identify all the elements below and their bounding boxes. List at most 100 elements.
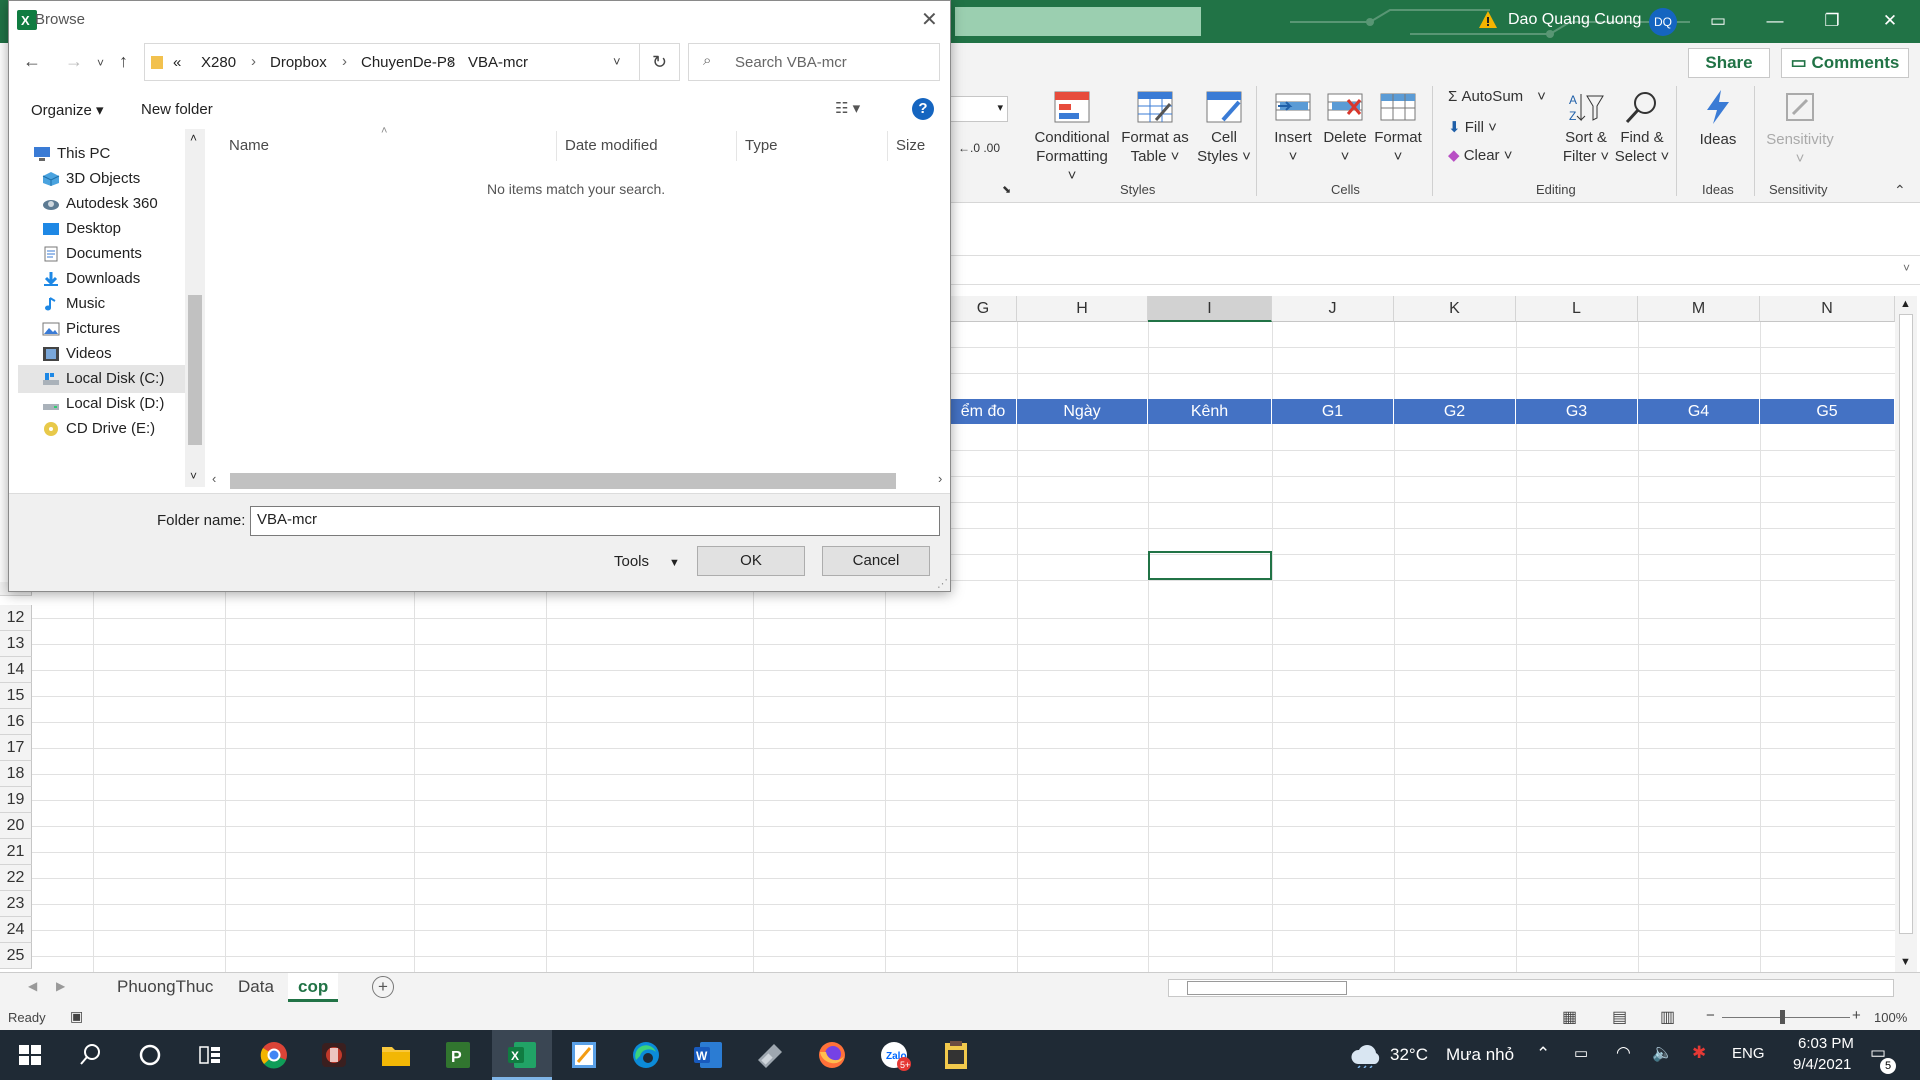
insert-button[interactable]: Insert ˅: [1268, 90, 1318, 166]
row-header[interactable]: 16: [0, 709, 32, 735]
scroll-down-icon[interactable]: ▼: [1900, 956, 1911, 968]
collapse-ribbon-icon[interactable]: ⌃: [1894, 182, 1906, 199]
search-icon[interactable]: [72, 1038, 108, 1072]
edge-icon[interactable]: [628, 1038, 664, 1072]
horizontal-scrollbar[interactable]: [1168, 979, 1894, 997]
file-list-horizontal-scrollbar[interactable]: ‹ ›: [212, 469, 952, 491]
up-arrow-icon[interactable]: ↑: [119, 51, 128, 72]
task-view-icon[interactable]: [192, 1038, 228, 1072]
row-header[interactable]: 17: [0, 735, 32, 761]
header-cell-g3[interactable]: G3: [1516, 399, 1638, 424]
row-header[interactable]: 20: [0, 813, 32, 839]
row-header[interactable]: 12: [0, 605, 32, 631]
view-options-icon[interactable]: ☷ ▾: [835, 99, 860, 117]
header-cell-kenh[interactable]: Kênh: [1148, 399, 1272, 424]
nav-scrollbar[interactable]: ˄ ˅: [185, 129, 205, 487]
column-type[interactable]: Type: [737, 131, 888, 161]
weather-text[interactable]: Mưa nhỏ: [1446, 1045, 1514, 1065]
decrease-decimal-icon[interactable]: ←.0 .00: [958, 141, 1000, 155]
row-header[interactable]: 24: [0, 917, 32, 943]
number-format-dropdown[interactable]: ▾: [950, 96, 1008, 122]
sensitivity-button[interactable]: Sensitivity ˅: [1762, 88, 1838, 168]
row-header[interactable]: 22: [0, 865, 32, 891]
clear-button[interactable]: ◆ Clear ˅: [1448, 146, 1513, 164]
zoom-thumb[interactable]: [1780, 1010, 1785, 1024]
clock-time[interactable]: 6:03 PM: [1798, 1035, 1854, 1052]
expand-formula-icon[interactable]: ˅: [1903, 261, 1910, 275]
chrome-icon[interactable]: [256, 1038, 292, 1072]
title-search-box[interactable]: [955, 7, 1201, 36]
scroll-thumb[interactable]: [1899, 314, 1913, 934]
column-header-h[interactable]: H: [1017, 296, 1148, 322]
restore-icon[interactable]: ❐: [1814, 8, 1850, 34]
vertical-scrollbar[interactable]: ▲ ▼: [1895, 296, 1917, 972]
forward-arrow-icon[interactable]: →: [65, 51, 83, 72]
header-cell-g4[interactable]: G4: [1638, 399, 1760, 424]
weather-temp[interactable]: 32°C: [1390, 1045, 1428, 1065]
row-header[interactable]: 19: [0, 787, 32, 813]
dialog-close-icon[interactable]: ✕: [921, 7, 938, 32]
zoom-level[interactable]: 100%: [1874, 1010, 1907, 1025]
breadcrumb-overflow[interactable]: «: [173, 54, 181, 71]
sort-filter-button[interactable]: AZ Sort & Filter ˅: [1560, 90, 1612, 166]
ideas-button[interactable]: Ideas: [1690, 88, 1746, 149]
scroll-left-icon[interactable]: ‹: [212, 471, 216, 486]
row-header[interactable]: 13: [0, 631, 32, 657]
search-input[interactable]: ⌕ Search VBA-mcr: [688, 43, 940, 81]
column-header-j[interactable]: J: [1272, 296, 1394, 322]
row-header[interactable]: 15: [0, 683, 32, 709]
header-cell-g1[interactable]: G1: [1272, 399, 1394, 424]
breadcrumb-x280[interactable]: X280: [201, 54, 236, 71]
close-icon[interactable]: ✕: [1872, 8, 1908, 34]
column-header-i[interactable]: I: [1148, 296, 1272, 322]
new-folder-button[interactable]: New folder: [141, 101, 213, 118]
sheet-tab-data[interactable]: Data: [228, 973, 284, 1002]
selected-cell[interactable]: [1148, 551, 1272, 580]
scroll-right-icon[interactable]: ›: [938, 471, 942, 486]
address-bar[interactable]: « X280 › Dropbox › ChuyenDe-P8 › VBA-mcr…: [144, 43, 640, 81]
refresh-button[interactable]: ↻: [640, 43, 680, 81]
scroll-thumb[interactable]: [230, 473, 896, 489]
breadcrumb-chuyende[interactable]: ChuyenDe-P8: [361, 54, 455, 71]
sticky-notes-icon[interactable]: [566, 1038, 602, 1072]
format-as-table-button[interactable]: Format as Table ˅: [1118, 90, 1192, 166]
battery-icon[interactable]: ▭: [1574, 1044, 1588, 1062]
add-sheet-icon[interactable]: +: [372, 976, 394, 998]
zoom-slider[interactable]: [1722, 1017, 1850, 1018]
game-app-icon[interactable]: [316, 1038, 352, 1072]
tools-button[interactable]: Tools ▼: [614, 547, 690, 577]
formula-bar[interactable]: ˅: [950, 255, 1920, 285]
sheet-tab-cop[interactable]: cop: [288, 973, 339, 1002]
header-cell-ngay[interactable]: Ngày: [1017, 399, 1148, 424]
help-icon[interactable]: ?: [912, 98, 934, 120]
ribbon-display-icon[interactable]: ▭: [1700, 8, 1736, 34]
column-header-k[interactable]: K: [1394, 296, 1516, 322]
cancel-button[interactable]: Cancel: [822, 546, 930, 576]
usb-drive-icon[interactable]: [752, 1038, 788, 1072]
nav-local-disk-c[interactable]: Local Disk (C:): [18, 365, 192, 393]
row-header[interactable]: 25: [0, 943, 32, 969]
header-cell-g5[interactable]: G5: [1760, 399, 1895, 424]
scroll-down-icon[interactable]: ˅: [190, 469, 197, 483]
page-layout-icon[interactable]: ▤: [1612, 1007, 1627, 1027]
column-header-n[interactable]: N: [1760, 296, 1895, 322]
clock-date[interactable]: 9/4/2021: [1793, 1056, 1851, 1073]
column-header-m[interactable]: M: [1638, 296, 1760, 322]
prev-sheet-icon[interactable]: ◀: [28, 979, 37, 993]
resize-grip-icon[interactable]: ⋰: [937, 577, 948, 590]
column-name[interactable]: Name: [221, 131, 557, 161]
windows-start-icon[interactable]: [12, 1038, 48, 1072]
recent-chevron-icon[interactable]: ˅: [97, 56, 104, 70]
row-header[interactable]: 21: [0, 839, 32, 865]
scroll-up-icon[interactable]: ▲: [1900, 298, 1911, 310]
fill-button[interactable]: ⬇ Fill ˅: [1448, 118, 1497, 136]
ok-button[interactable]: OK: [697, 546, 805, 576]
find-select-button[interactable]: Find & Select ˅: [1614, 90, 1670, 166]
volume-icon[interactable]: 🔈: [1652, 1043, 1673, 1063]
scroll-up-icon[interactable]: ˄: [190, 131, 197, 145]
page-break-icon[interactable]: ▥: [1660, 1007, 1675, 1027]
next-sheet-icon[interactable]: ▶: [56, 979, 65, 993]
minimize-icon[interactable]: —: [1757, 8, 1793, 34]
firefox-icon[interactable]: [814, 1038, 850, 1072]
share-button[interactable]: Share: [1688, 48, 1770, 78]
